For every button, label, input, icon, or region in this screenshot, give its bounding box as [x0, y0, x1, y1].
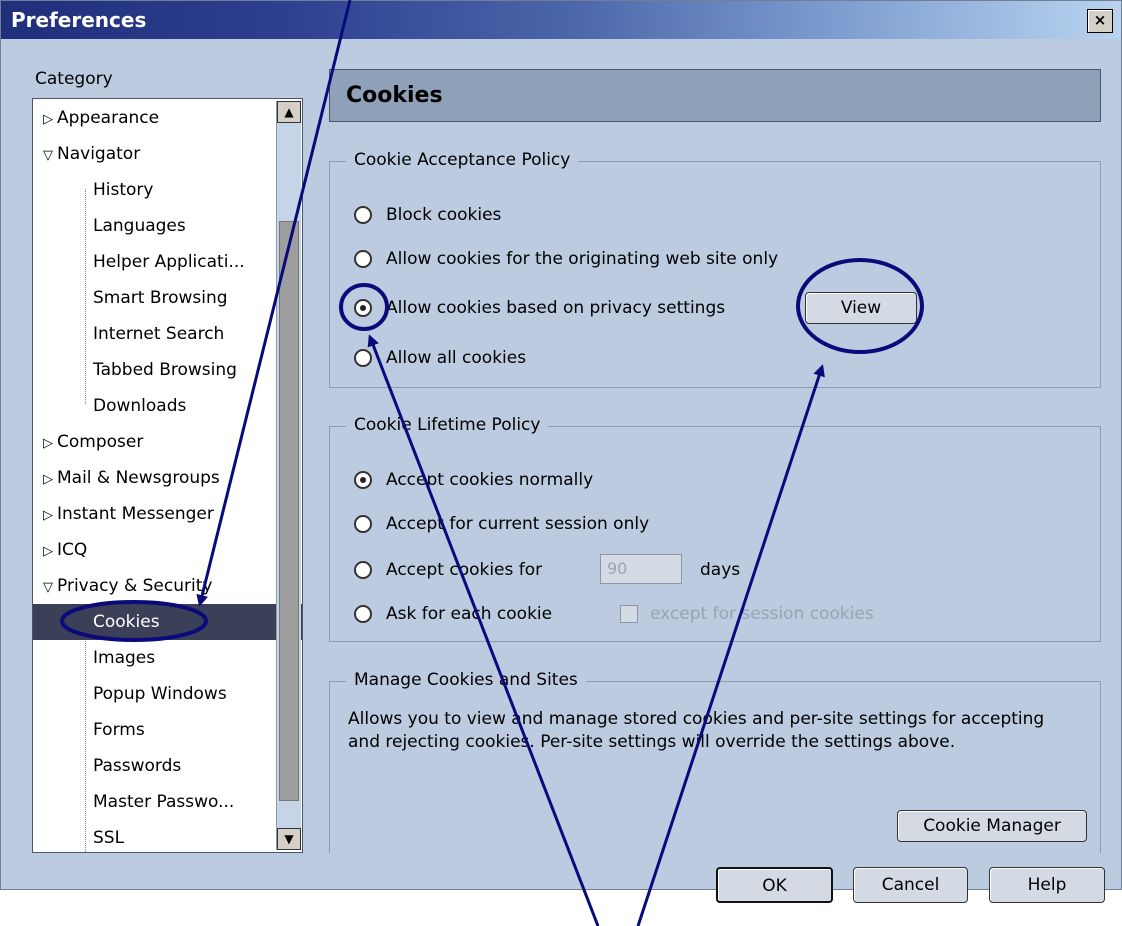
sidebar-item-icq[interactable]: ▷ ICQ	[33, 532, 273, 568]
radio-icon[interactable]	[354, 561, 372, 579]
radio-icon[interactable]	[354, 515, 372, 533]
ok-button[interactable]: OK	[716, 867, 833, 903]
view-button[interactable]: View	[805, 292, 917, 324]
cookie-manager-button[interactable]: Cookie Manager	[897, 810, 1087, 842]
sidebar-item-popup-windows[interactable]: Popup Windows	[33, 676, 302, 712]
radio-selected-icon[interactable]	[354, 471, 372, 489]
collapse-triangle-icon[interactable]: ▽	[39, 570, 57, 606]
sidebar-item-appearance[interactable]: ▷ Appearance	[33, 100, 273, 136]
sidebar-item-helper-applications[interactable]: Helper Applicati...	[33, 244, 302, 280]
sidebar-item-ssl[interactable]: SSL	[33, 820, 302, 852]
scroll-thumb[interactable]	[279, 221, 299, 801]
sidebar-item-composer[interactable]: ▷ Composer	[33, 424, 273, 460]
radio-accept-for-days[interactable]: Accept cookies for	[354, 557, 542, 583]
manage-cookies-group: Manage Cookies and Sites Allows you to v…	[329, 670, 1101, 853]
radio-icon[interactable]	[354, 349, 372, 367]
sidebar-item-images[interactable]: Images	[33, 640, 302, 676]
sidebar-item-cookies[interactable]: Cookies	[33, 604, 302, 640]
sidebar-item-internet-search[interactable]: Internet Search	[33, 316, 302, 352]
expand-triangle-icon[interactable]: ▷	[39, 534, 57, 570]
radio-allow-privacy[interactable]: Allow cookies based on privacy settings	[354, 295, 725, 321]
sidebar-item-tabbed-browsing[interactable]: Tabbed Browsing	[33, 352, 302, 388]
acceptance-policy-group: Cookie Acceptance Policy Block cookies A…	[329, 150, 1101, 388]
radio-block-cookies[interactable]: Block cookies	[354, 202, 501, 228]
lifetime-policy-title: Cookie Lifetime Policy	[346, 415, 549, 435]
sidebar-item-smart-browsing[interactable]: Smart Browsing	[33, 280, 302, 316]
expand-triangle-icon[interactable]: ▷	[39, 102, 57, 138]
manage-description: Allows you to view and manage stored coo…	[348, 709, 1045, 752]
sidebar-item-passwords[interactable]: Passwords	[33, 748, 302, 784]
radio-allow-originating[interactable]: Allow cookies for the originating web si…	[354, 246, 778, 272]
sidebar-item-downloads[interactable]: Downloads	[33, 388, 302, 424]
page-title: Cookies	[346, 83, 443, 108]
sidebar-item-history[interactable]: History	[33, 172, 302, 208]
radio-accept-normally[interactable]: Accept cookies normally	[354, 467, 593, 493]
scroll-down-icon[interactable]: ▼	[277, 828, 301, 850]
radio-selected-icon[interactable]	[354, 299, 372, 317]
category-tree[interactable]: ▷ Appearance ▽ Navigator History Languages…	[32, 98, 303, 853]
radio-icon[interactable]	[354, 605, 372, 623]
sidebar-item-mail-newsgroups[interactable]: ▷ Mail & Newsgroups	[33, 460, 273, 496]
title-bar[interactable]: Preferences ×	[1, 1, 1121, 39]
preferences-window: Preferences × Category ▷ Appearance ▽ Navi…	[0, 0, 1122, 903]
window-title: Preferences	[11, 8, 147, 32]
expand-triangle-icon[interactable]: ▷	[39, 462, 57, 498]
except-session-checkbox[interactable]: except for session cookies	[620, 601, 874, 627]
close-icon[interactable]: ×	[1087, 9, 1113, 33]
sidebar-item-instant-messenger[interactable]: ▷ Instant Messenger	[33, 496, 273, 532]
collapse-triangle-icon[interactable]: ▽	[39, 138, 57, 174]
help-button[interactable]: Help	[989, 867, 1105, 903]
checkbox-icon[interactable]	[620, 605, 638, 623]
radio-icon[interactable]	[354, 250, 372, 268]
expand-triangle-icon[interactable]: ▷	[39, 426, 57, 462]
expand-triangle-icon[interactable]: ▷	[39, 498, 57, 534]
sidebar-item-master-password[interactable]: Master Passwo...	[33, 784, 302, 820]
days-label: days	[700, 560, 741, 580]
radio-ask-each[interactable]: Ask for each cookie	[354, 601, 552, 627]
sidebar-item-languages[interactable]: Languages	[33, 208, 302, 244]
sidebar-item-forms[interactable]: Forms	[33, 712, 302, 748]
sidebar-item-navigator[interactable]: ▽ Navigator	[33, 136, 273, 172]
sidebar-item-privacy-security[interactable]: ▽ Privacy & Security	[33, 568, 273, 604]
category-label: Category	[35, 69, 113, 89]
days-input[interactable]: 90	[600, 554, 682, 584]
scroll-up-icon[interactable]: ▲	[277, 101, 301, 123]
lifetime-policy-group: Cookie Lifetime Policy Accept cookies no…	[329, 415, 1101, 642]
cancel-button[interactable]: Cancel	[853, 867, 968, 903]
tree-scrollbar[interactable]: ▲ ▼	[276, 101, 301, 850]
manage-cookies-title: Manage Cookies and Sites	[346, 670, 586, 690]
panel-header: Cookies	[329, 69, 1101, 122]
acceptance-policy-title: Cookie Acceptance Policy	[346, 150, 579, 170]
radio-icon[interactable]	[354, 206, 372, 224]
radio-session-only[interactable]: Accept for current session only	[354, 511, 649, 537]
radio-allow-all[interactable]: Allow all cookies	[354, 345, 526, 371]
